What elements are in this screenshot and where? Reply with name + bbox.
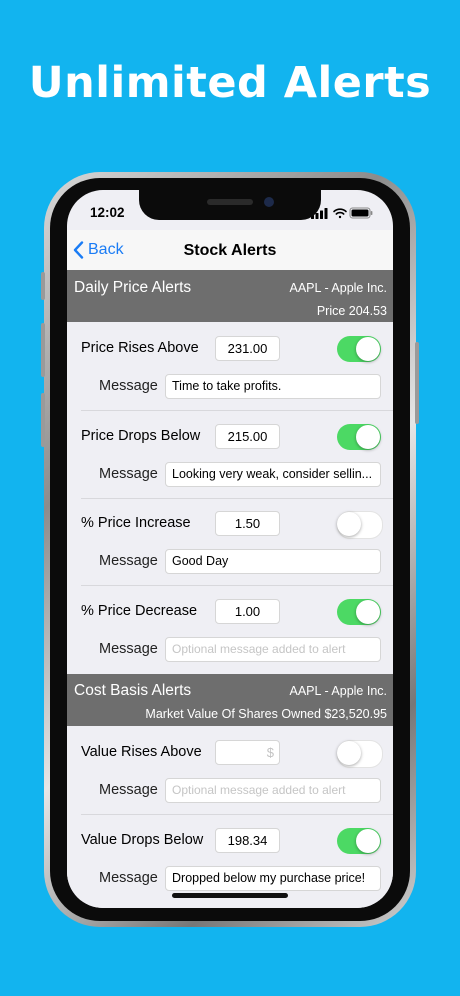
message-input[interactable]: Optional message added to alert bbox=[165, 637, 381, 662]
alert-label: Value Drops Below bbox=[81, 832, 204, 848]
phone-screen: 12:02 Back Stock Alerts Daily Price Aler… bbox=[67, 190, 393, 908]
message-label: Message bbox=[99, 870, 158, 886]
alert-toggle[interactable] bbox=[337, 336, 381, 362]
home-indicator bbox=[172, 893, 288, 898]
row-divider bbox=[81, 498, 393, 499]
cost-section-header: Cost Basis Alerts AAPL - Apple Inc. Mark… bbox=[67, 674, 393, 726]
status-time: 12:02 bbox=[90, 205, 125, 220]
message-input[interactable]: Optional message added to alert bbox=[165, 778, 381, 803]
message-label: Message bbox=[99, 378, 158, 394]
daily-section-header: Daily Price Alerts AAPL - Apple Inc. Pri… bbox=[67, 270, 393, 322]
cost-section-symbol: AAPL - Apple Inc. bbox=[289, 684, 387, 698]
message-input[interactable]: Good Day bbox=[165, 549, 381, 574]
alert-toggle[interactable] bbox=[337, 424, 381, 450]
row-divider bbox=[81, 410, 393, 411]
alert-label: Price Drops Below bbox=[81, 428, 201, 444]
alert-toggle[interactable] bbox=[337, 740, 383, 768]
phone-volume-down bbox=[41, 393, 45, 447]
daily-section-symbol: AAPL - Apple Inc. bbox=[289, 281, 387, 295]
message-label: Message bbox=[99, 466, 158, 482]
alert-value-input[interactable]: 231.00 bbox=[215, 336, 280, 361]
alert-label: % Price Decrease bbox=[81, 603, 198, 619]
phone-mute-switch bbox=[41, 272, 45, 300]
cost-section-title: Cost Basis Alerts bbox=[74, 682, 192, 699]
phone-volume-up bbox=[41, 323, 45, 377]
battery-icon bbox=[349, 207, 373, 219]
alert-label: Price Rises Above bbox=[81, 340, 199, 356]
alert-value-input[interactable]: 198.34 bbox=[215, 828, 280, 853]
phone-power-button bbox=[415, 342, 419, 424]
cost-section-market-value: Market Value Of Shares Owned $23,520.95 bbox=[145, 707, 387, 721]
row-divider bbox=[81, 585, 393, 586]
alert-label: % Price Increase bbox=[81, 515, 191, 531]
alert-value-input[interactable]: 215.00 bbox=[215, 424, 280, 449]
phone-notch bbox=[139, 190, 321, 220]
navigation-bar: Back Stock Alerts bbox=[67, 230, 393, 270]
page-title: Stock Alerts bbox=[183, 242, 277, 259]
alert-toggle[interactable] bbox=[337, 511, 383, 539]
alert-value-input[interactable]: 1.50 bbox=[215, 511, 280, 536]
message-label: Message bbox=[99, 641, 158, 657]
daily-section-price: Price 204.53 bbox=[316, 304, 387, 318]
message-input[interactable]: Dropped below my purchase price! bbox=[165, 866, 381, 891]
alert-toggle[interactable] bbox=[337, 828, 381, 854]
message-input[interactable]: Time to take profits. bbox=[165, 374, 381, 399]
alert-label: Value Rises Above bbox=[81, 744, 202, 760]
front-camera bbox=[264, 197, 274, 207]
alert-value-input[interactable]: $ bbox=[215, 740, 280, 765]
message-label: Message bbox=[99, 782, 158, 798]
message-label: Message bbox=[99, 553, 158, 569]
message-input[interactable]: Looking very weak, consider sellin... bbox=[165, 462, 381, 487]
daily-section-title: Daily Price Alerts bbox=[74, 279, 192, 296]
row-divider bbox=[81, 814, 393, 815]
alert-value-input[interactable]: 1.00 bbox=[215, 599, 280, 624]
promo-headline: Unlimited Alerts bbox=[28, 58, 432, 108]
cost-alerts-list: Value Rises Above $ Message Optional mes… bbox=[67, 726, 393, 908]
alert-toggle[interactable] bbox=[337, 599, 381, 625]
status-icons bbox=[311, 206, 373, 219]
wifi-icon bbox=[333, 208, 347, 219]
daily-alerts-list: Price Rises Above 231.00 Message Time to… bbox=[67, 322, 393, 674]
